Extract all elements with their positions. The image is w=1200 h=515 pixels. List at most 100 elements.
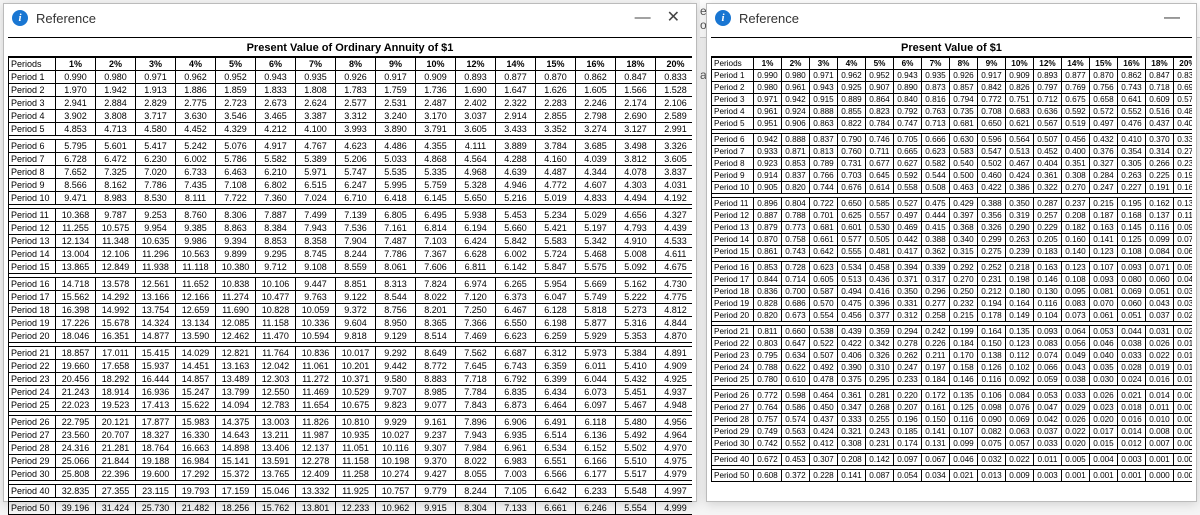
cell: 6.463 (216, 166, 256, 179)
cell: 6.128 (536, 304, 576, 317)
cell: 8.201 (416, 304, 456, 317)
cell: 10.828 (256, 304, 296, 317)
cell: 6.002 (176, 153, 216, 166)
table-caption-annuity: Present Value of Ordinary Annuity of $1 (8, 37, 692, 57)
cell: 12.849 (96, 261, 136, 274)
cell: 17.011 (96, 347, 136, 360)
cell: 6.935 (496, 429, 536, 442)
minimize-button[interactable]: — (627, 10, 659, 26)
cell: 4.486 (376, 140, 416, 153)
cell: 10.371 (336, 373, 376, 386)
cell: 0.087 (866, 470, 894, 482)
cell: 0.766 (810, 170, 838, 182)
cell: 5.973 (576, 347, 616, 360)
cell: 7.161 (376, 222, 416, 235)
cell: 9.823 (376, 399, 416, 412)
cell: 0.239 (1006, 246, 1034, 258)
cell: 2.322 (496, 97, 536, 110)
table-caption-pv1: Present Value of $1 (711, 37, 1192, 57)
table-row: Period 1917.22615.67814.32413.13412.0851… (9, 317, 693, 330)
cell: 0.917 (376, 71, 416, 84)
cell: 0.396 (866, 298, 894, 310)
cell: 5.008 (616, 248, 656, 261)
cell: 0.415 (922, 222, 950, 234)
cell: 6.194 (456, 222, 496, 235)
table-row: Period 2421.24318.91416.93615.24713.7991… (9, 386, 693, 399)
table-row: Period 500.6080.3720.2280.1410.0870.0540… (712, 470, 1193, 482)
cell: 0.034 (922, 470, 950, 482)
row-label: Period 7 (712, 146, 754, 158)
cell: 24.316 (56, 442, 96, 455)
cell: 6.550 (496, 317, 536, 330)
cell: 8.851 (336, 278, 376, 291)
close-button[interactable]: ✕ (659, 10, 688, 26)
table-row: Period 200.8200.6730.5540.4560.3770.3120… (712, 310, 1193, 322)
cell: 0.005 (1062, 454, 1090, 466)
cell: 0.942 (782, 94, 810, 106)
row-label: Period 18 (9, 304, 56, 317)
minimize-button[interactable]: — (1156, 10, 1188, 26)
cell: 0.112 (1174, 210, 1193, 222)
row-label: Period 15 (9, 261, 56, 274)
cell: 13.406 (256, 442, 296, 455)
table-row: Period 1816.39814.99213.75412.65911.6901… (9, 304, 693, 317)
cell: 0.557 (866, 210, 894, 222)
cell: 0.011 (1146, 402, 1174, 414)
cell: 2.283 (536, 97, 576, 110)
cell: 5.583 (536, 235, 576, 248)
cell: 0.361 (838, 390, 866, 402)
cell: 0.032 (978, 454, 1006, 466)
cell: 0.053 (1034, 390, 1062, 402)
cell: 27.355 (96, 485, 136, 498)
cell: 6.073 (576, 386, 616, 399)
cell: 9.394 (216, 235, 256, 248)
cell: 4.160 (536, 153, 576, 166)
cell: 0.123 (1006, 338, 1034, 350)
cell: 0.376 (1090, 146, 1118, 158)
cell: 4.964 (656, 429, 693, 442)
cell: 0.424 (810, 426, 838, 438)
cell: 0.563 (782, 426, 810, 438)
cell: 0.279 (1174, 146, 1193, 158)
cell: 11.158 (336, 455, 376, 468)
cell: 0.116 (1034, 298, 1062, 310)
cell: 4.288 (496, 153, 536, 166)
cell: 0.233 (894, 374, 922, 386)
cell: 6.792 (496, 373, 536, 386)
cell: 0.095 (1062, 286, 1090, 298)
cell: 9.763 (296, 291, 336, 304)
cell: 0.828 (754, 298, 782, 310)
cell: 14.992 (96, 304, 136, 317)
table-row: Period 2622.79520.12117.87715.98314.3751… (9, 416, 693, 429)
cell: 12.166 (176, 291, 216, 304)
cell: 8.863 (216, 222, 256, 235)
cell: 0.820 (754, 310, 782, 322)
cell: 7.904 (336, 235, 376, 248)
cell: 0.822 (838, 118, 866, 130)
cell: 10.594 (296, 330, 336, 343)
cell: 12.821 (216, 347, 256, 360)
cell: 5.492 (616, 429, 656, 442)
cell: 0.400 (1062, 146, 1090, 158)
cell: 5.582 (256, 153, 296, 166)
cell: 0.803 (754, 338, 782, 350)
cell: 0.108 (1118, 246, 1146, 258)
cell: 12.550 (256, 386, 296, 399)
cell: 4.078 (616, 166, 656, 179)
cell: 10.116 (376, 442, 416, 455)
cell: 0.764 (754, 402, 782, 414)
cell: 0.450 (810, 402, 838, 414)
cell: 0.990 (56, 71, 96, 84)
cell: 0.665 (894, 146, 922, 158)
cell: 23.560 (56, 429, 96, 442)
cell: 12.783 (256, 399, 296, 412)
cell: 0.257 (1034, 210, 1062, 222)
cell: 14.029 (176, 347, 216, 360)
cell: 10.635 (136, 235, 176, 248)
cell: 11.938 (136, 261, 176, 274)
row-label: Period 14 (9, 248, 56, 261)
cell: 0.650 (978, 118, 1006, 130)
table-row: Period 300.7420.5520.4120.3080.2310.1740… (712, 438, 1193, 450)
row-label: Period 9 (9, 179, 56, 192)
table-row: Period 2018.04616.35114.87713.59012.4621… (9, 330, 693, 343)
